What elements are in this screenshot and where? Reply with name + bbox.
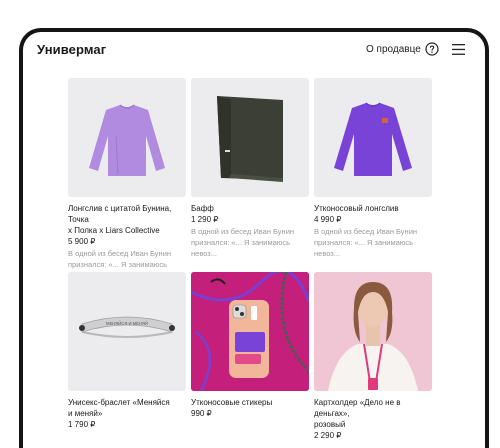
svg-text:МЕНЯЙСЯ И МЕНЯЙ: МЕНЯЙСЯ И МЕНЯЙ xyxy=(106,321,148,326)
product-image[interactable] xyxy=(191,272,309,391)
product-card[interactable]: Бафф 1 290 ₽ В одной из бесед Иван Бунин… xyxy=(191,78,309,259)
product-price: 1 290 ₽ xyxy=(191,215,219,224)
product-image[interactable]: МЕНЯЙСЯ И МЕНЯЙ xyxy=(68,272,186,391)
header: Универмаг О продавце xyxy=(23,32,485,72)
product-price: 5 900 ₽ xyxy=(68,237,96,246)
product-title: Картхолдер «Дело не в деньгах», розовый xyxy=(314,398,401,429)
product-title: Утконосовые стикеры xyxy=(191,398,273,407)
product-title: Унисекс-браслет «Меняйся и меняй» xyxy=(68,398,170,418)
product-price: 990 ₽ xyxy=(191,409,212,418)
product-title: Утконосовый лонгслив xyxy=(314,204,399,213)
product-image[interactable] xyxy=(314,272,432,391)
buff-image xyxy=(217,96,283,182)
product-image[interactable] xyxy=(191,78,309,197)
bracelet-image: МЕНЯЙСЯ И МЕНЯЙ xyxy=(79,316,175,338)
product-card[interactable]: МЕНЯЙСЯ И МЕНЯЙ Унисекс-браслет «Меняйся… xyxy=(68,272,186,430)
stickers-image xyxy=(191,272,309,391)
product-description: В одной из бесед Иван Бунин признался: «… xyxy=(191,227,295,258)
product-image[interactable] xyxy=(314,78,432,197)
product-title: Бафф xyxy=(191,204,214,213)
product-image[interactable] xyxy=(68,78,186,197)
product-card[interactable]: Лонгслив с цитатой Бунина, Точка х Полка… xyxy=(68,78,186,281)
device-frame: Универмаг О продавце Лонгслив с цитатой … xyxy=(19,28,489,448)
cardholder-model-image xyxy=(314,272,432,391)
brand-title[interactable]: Универмаг xyxy=(37,42,106,57)
product-title: Лонгслив с цитатой Бунина, Точка х Полка… xyxy=(68,204,172,235)
product-price: 1 790 ₽ xyxy=(68,420,96,429)
purple-longsleeve-image xyxy=(334,102,412,176)
product-card[interactable]: Утконосовые стикеры 990 ₽ xyxy=(191,272,309,419)
product-card[interactable]: Утконосовый лонгслив 4 990 ₽ В одной из … xyxy=(314,78,432,259)
about-seller-link[interactable]: О продавце xyxy=(366,44,421,55)
product-card[interactable]: Картхолдер «Дело не в деньгах», розовый … xyxy=(314,272,432,441)
lavender-longsleeve-image xyxy=(89,104,165,176)
hamburger-menu-icon[interactable] xyxy=(452,44,465,55)
product-description: В одной из бесед Иван Бунин признался: «… xyxy=(314,227,418,258)
product-price: 4 990 ₽ xyxy=(314,215,342,224)
product-price: 2 290 ₽ xyxy=(314,431,342,440)
question-circle-icon[interactable] xyxy=(425,42,439,56)
